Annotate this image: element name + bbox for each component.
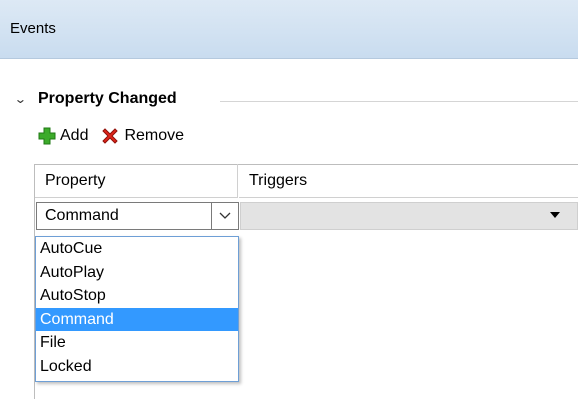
chevron-down-icon [219, 212, 231, 219]
add-button[interactable]: Add [38, 127, 88, 145]
dropdown-arrow-icon[interactable] [550, 212, 560, 218]
combobox-dropdown-button[interactable] [211, 203, 238, 229]
property-changed-group-header[interactable]: ⌄ Property Changed [14, 90, 177, 108]
group-divider [220, 101, 578, 102]
group-title: Property Changed [38, 90, 177, 107]
property-combobox-value: Command [45, 207, 119, 224]
chevron-down-icon[interactable]: ⌄ [14, 92, 32, 106]
property-dropdown-list: AutoCue AutoPlay AutoStop Command File L… [35, 236, 239, 382]
column-header-property[interactable]: Property [35, 164, 238, 198]
remove-label: Remove [124, 127, 185, 144]
remove-button[interactable]: Remove [100, 126, 184, 146]
dropdown-option-command[interactable]: Command [36, 307, 238, 331]
dropdown-option-autostop[interactable]: AutoStop [36, 284, 238, 308]
triggers-combobox[interactable] [240, 202, 578, 230]
add-label: Add [60, 127, 89, 144]
dropdown-option-autocue[interactable]: AutoCue [36, 237, 238, 261]
events-header: Events [0, 0, 578, 59]
toolbar: Add Remove [38, 126, 196, 146]
header-title: Events [10, 20, 56, 37]
property-combobox[interactable]: Command [36, 202, 239, 230]
dropdown-option-file[interactable]: File [36, 331, 238, 355]
red-x-icon [102, 128, 119, 144]
column-header-triggers[interactable]: Triggers [239, 164, 578, 198]
green-plus-icon [38, 127, 56, 145]
dropdown-option-autoplay[interactable]: AutoPlay [36, 261, 238, 285]
dropdown-option-locked[interactable]: Locked [36, 355, 238, 379]
